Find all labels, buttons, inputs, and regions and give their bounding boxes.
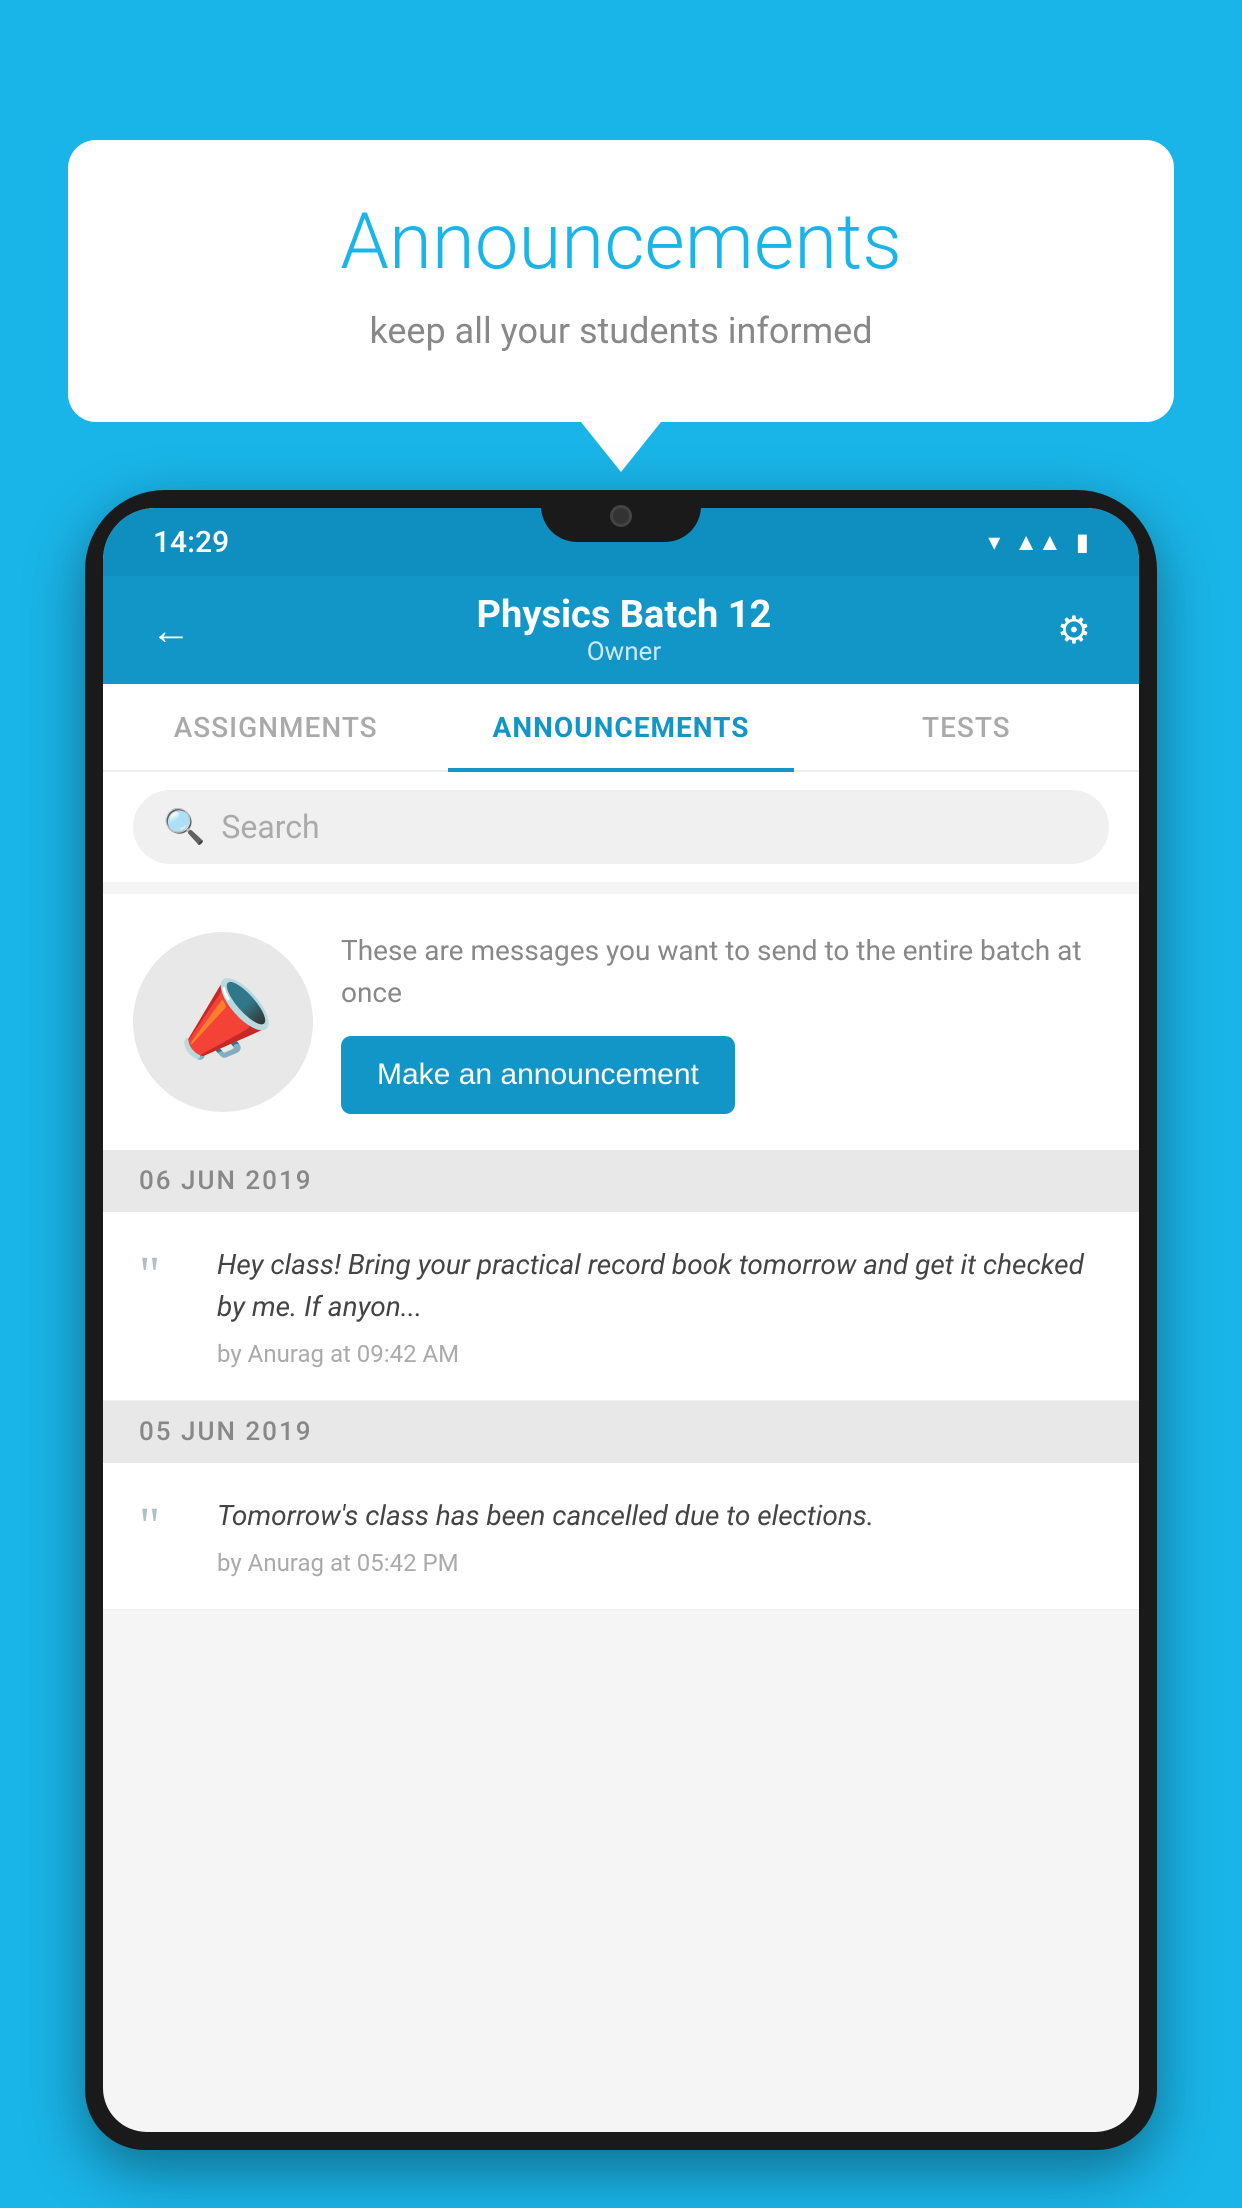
header-title: Physics Batch 12 bbox=[191, 593, 1057, 637]
header-subtitle: Owner bbox=[191, 637, 1057, 667]
battery-icon: ▮ bbox=[1076, 528, 1089, 556]
announcement-text-2: Tomorrow's class has been cancelled due … bbox=[217, 1495, 1103, 1537]
screen-content: 🔍 Search 📣 These are messages you want t… bbox=[103, 772, 1139, 1610]
make-announcement-button[interactable]: Make an announcement bbox=[341, 1036, 735, 1114]
search-icon: 🔍 bbox=[163, 807, 205, 847]
search-bar[interactable]: 🔍 Search bbox=[133, 790, 1109, 864]
speech-bubble-title: Announcements bbox=[148, 200, 1094, 286]
speech-bubble-arrow bbox=[581, 422, 661, 472]
announcement-content-1: Hey class! Bring your practical record b… bbox=[217, 1244, 1103, 1368]
speech-bubble-card: Announcements keep all your students inf… bbox=[68, 140, 1174, 422]
announcement-text-1: Hey class! Bring your practical record b… bbox=[217, 1244, 1103, 1328]
phone-notch bbox=[541, 508, 701, 542]
promo-description: These are messages you want to send to t… bbox=[341, 930, 1109, 1014]
settings-icon[interactable]: ⚙ bbox=[1057, 608, 1091, 653]
quote-icon-1: " bbox=[139, 1250, 189, 1302]
back-button[interactable]: ← bbox=[151, 607, 191, 654]
megaphone-circle: 📣 bbox=[133, 932, 313, 1112]
search-container: 🔍 Search bbox=[103, 772, 1139, 882]
announcement-item-2[interactable]: " Tomorrow's class has been cancelled du… bbox=[103, 1463, 1139, 1610]
app-header: ← Physics Batch 12 Owner ⚙ bbox=[103, 576, 1139, 684]
phone-screen: 14:29 ▾ ▲▲ ▮ ← Physics Batch 12 Owner ⚙ bbox=[103, 508, 1139, 2132]
speech-bubble-section: Announcements keep all your students inf… bbox=[68, 140, 1174, 472]
tabs-bar: ASSIGNMENTS ANNOUNCEMENTS TESTS bbox=[103, 684, 1139, 772]
speech-bubble-subtitle: keep all your students informed bbox=[148, 310, 1094, 352]
date-separator-2: 05 JUN 2019 bbox=[103, 1401, 1139, 1463]
megaphone-icon: 📣 bbox=[160, 961, 286, 1083]
status-icons: ▾ ▲▲ ▮ bbox=[988, 528, 1089, 557]
announcement-item-1[interactable]: " Hey class! Bring your practical record… bbox=[103, 1212, 1139, 1401]
tab-assignments[interactable]: ASSIGNMENTS bbox=[103, 684, 448, 770]
tab-tests[interactable]: TESTS bbox=[794, 684, 1139, 770]
phone-mockup: 14:29 ▾ ▲▲ ▮ ← Physics Batch 12 Owner ⚙ bbox=[85, 490, 1157, 2208]
wifi-icon: ▾ bbox=[988, 528, 1000, 556]
quote-icon-2: " bbox=[139, 1501, 189, 1553]
header-center: Physics Batch 12 Owner bbox=[191, 593, 1057, 667]
announcement-promo: 📣 These are messages you want to send to… bbox=[103, 894, 1139, 1150]
tab-announcements[interactable]: ANNOUNCEMENTS bbox=[448, 684, 793, 770]
signal-icon: ▲▲ bbox=[1014, 528, 1062, 557]
announcement-content-2: Tomorrow's class has been cancelled due … bbox=[217, 1495, 1103, 1577]
status-time: 14:29 bbox=[153, 525, 229, 560]
front-camera bbox=[610, 508, 632, 527]
announcement-meta-2: by Anurag at 05:42 PM bbox=[217, 1549, 1103, 1577]
announcement-meta-1: by Anurag at 09:42 AM bbox=[217, 1340, 1103, 1368]
phone-frame: 14:29 ▾ ▲▲ ▮ ← Physics Batch 12 Owner ⚙ bbox=[85, 490, 1157, 2150]
promo-right: These are messages you want to send to t… bbox=[341, 930, 1109, 1114]
search-placeholder: Search bbox=[221, 808, 319, 846]
date-separator-1: 06 JUN 2019 bbox=[103, 1150, 1139, 1212]
